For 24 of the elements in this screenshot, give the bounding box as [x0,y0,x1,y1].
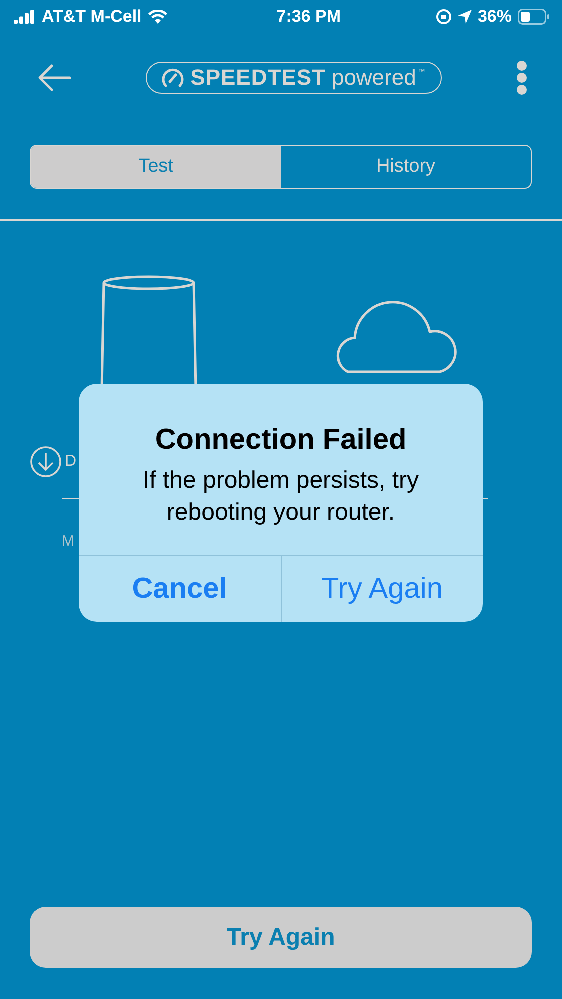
trademark-sign: ™ [418,69,426,76]
more-options-icon[interactable] [516,61,528,95]
gauge-icon [160,67,185,89]
battery-icon [518,9,550,25]
back-arrow-icon[interactable] [38,64,72,92]
cancel-button[interactable]: Cancel [79,556,280,622]
wifi-icon [148,10,168,24]
tab[interactable]: History [281,146,531,188]
logo-suffix: powered [332,65,416,91]
logo-wordmark: SPEEDTEST [190,65,326,91]
rotation-lock-icon [436,9,452,25]
tab[interactable]: Test [31,146,281,188]
clock-time: 7:36 PM [276,7,341,27]
signal-icon [14,10,36,24]
download-label: D [65,452,77,470]
battery-percent: 36% [478,7,512,27]
dialog-title: Connection Failed [154,424,408,457]
download-icon [30,446,62,478]
try-again-button[interactable]: Try Again [30,907,532,968]
carrier-name: AT&T M-Cell [42,7,142,27]
dialog-message: If the problem persists, try rebooting your router. [142,466,420,528]
location-arrow-icon [458,10,472,24]
unit-label: M [61,533,76,550]
dialog-button[interactable]: Try Again [280,556,483,622]
